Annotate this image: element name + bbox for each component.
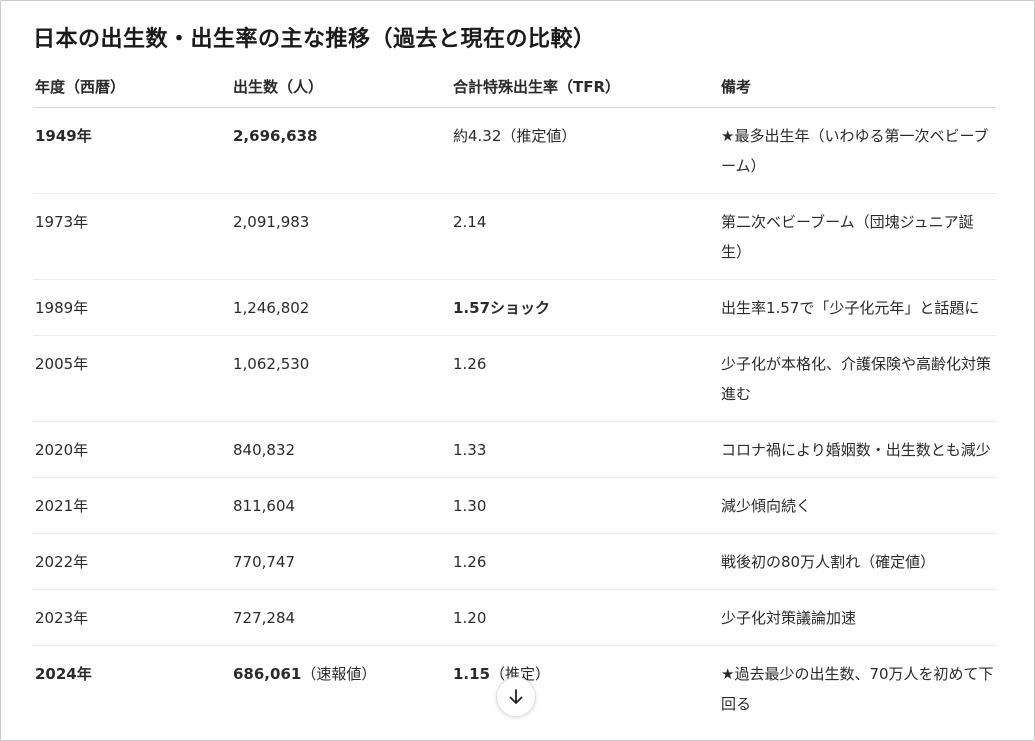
cell-year: 2020年: [35, 441, 89, 459]
arrow-down-icon: [507, 688, 525, 706]
scroll-to-bottom-button[interactable]: [496, 677, 536, 717]
table-row: 1949年 2,696,638 約4.32（推定値） ★最多出生年（いわゆる第一…: [33, 108, 996, 194]
cell-year: 1989年: [35, 299, 89, 317]
table-row: 2020年 840,832 1.33 コロナ禍により婚姻数・出生数とも減少: [33, 422, 996, 478]
table-row: 1973年 2,091,983 2.14 第二次ベビーブーム（団塊ジュニア誕生）: [33, 194, 996, 280]
cell-year: 2024年: [35, 665, 92, 683]
chat-response-panel: 日本の出生数・出生率の主な推移（過去と現在の比較） 年度（西暦） 出生数（人） …: [0, 0, 1035, 741]
cell-year: 2021年: [35, 497, 89, 515]
cell-tfr: 1.33: [453, 441, 487, 459]
cell-year: 2005年: [35, 355, 89, 373]
cell-note: 少子化が本格化、介護保険や高齢化対策進む: [721, 355, 992, 403]
table-row: 2023年 727,284 1.20 少子化対策議論加速: [33, 590, 996, 646]
table-row: 2005年 1,062,530 1.26 少子化が本格化、介護保険や高齢化対策進…: [33, 336, 996, 422]
cell-note: 第二次ベビーブーム（団塊ジュニア誕生）: [721, 213, 974, 261]
table-header-row: 年度（西暦） 出生数（人） 合計特殊出生率（TFR） 備考: [33, 67, 996, 108]
cell-births: 2,091,983: [233, 213, 310, 231]
cell-year: 1973年: [35, 213, 89, 231]
cell-births: 1,246,802: [233, 299, 310, 317]
header-births: 出生数（人）: [233, 78, 324, 96]
cell-births: 686,061（速報値）: [233, 646, 453, 732]
tfr-value: 1.15: [453, 665, 491, 683]
table-row: 2022年 770,747 1.26 戦後初の80万人割れ（確定値）: [33, 534, 996, 590]
cell-tfr: 1.26: [453, 553, 487, 571]
births-annotation: （速報値）: [301, 665, 377, 683]
cell-year: 2022年: [35, 553, 89, 571]
birth-statistics-table: 年度（西暦） 出生数（人） 合計特殊出生率（TFR） 備考 1949年 2,69…: [33, 67, 996, 732]
cell-note: 戦後初の80万人割れ（確定値）: [721, 553, 936, 571]
cell-note: 出生率1.57で「少子化元年」と話題に: [721, 299, 980, 317]
cell-tfr: 1.30: [453, 497, 487, 515]
header-tfr: 合計特殊出生率（TFR）: [453, 78, 621, 96]
cell-tfr: 1.15（推定）: [453, 646, 721, 732]
cell-note: ★最多出生年（いわゆる第一次ベビーブーム）: [721, 127, 989, 175]
cell-note: コロナ禍により婚姻数・出生数とも減少: [721, 441, 991, 459]
cell-births: 1,062,530: [233, 355, 310, 373]
cell-note: ★過去最少の出生数、70万人を初めて下回る: [721, 665, 994, 713]
cell-tfr: 1.57ショック: [453, 299, 551, 317]
header-year: 年度（西暦）: [35, 78, 126, 96]
table-title: 日本の出生数・出生率の主な推移（過去と現在の比較）: [33, 27, 596, 52]
cell-births: 840,832: [233, 441, 296, 459]
cell-births: 2,696,638: [233, 127, 318, 145]
cell-year: 2023年: [35, 609, 89, 627]
births-value: 686,061: [233, 665, 302, 683]
cell-tfr: 1.26: [453, 355, 487, 373]
table-row: 1989年 1,246,802 1.57ショック 出生率1.57で「少子化元年」…: [33, 280, 996, 336]
cell-tfr: 2.14: [453, 213, 487, 231]
cell-births: 727,284: [233, 609, 296, 627]
cell-year: 1949年: [35, 127, 92, 145]
cell-births: 811,604: [233, 497, 296, 515]
cell-note: 減少傾向続く: [721, 497, 812, 515]
header-note: 備考: [721, 78, 752, 96]
cell-tfr: 約4.32（推定値）: [453, 127, 577, 145]
cell-note: 少子化対策議論加速: [721, 609, 857, 627]
cell-tfr: 1.20: [453, 609, 487, 627]
cell-births: 770,747: [233, 553, 296, 571]
table-row: 2021年 811,604 1.30 減少傾向続く: [33, 478, 996, 534]
